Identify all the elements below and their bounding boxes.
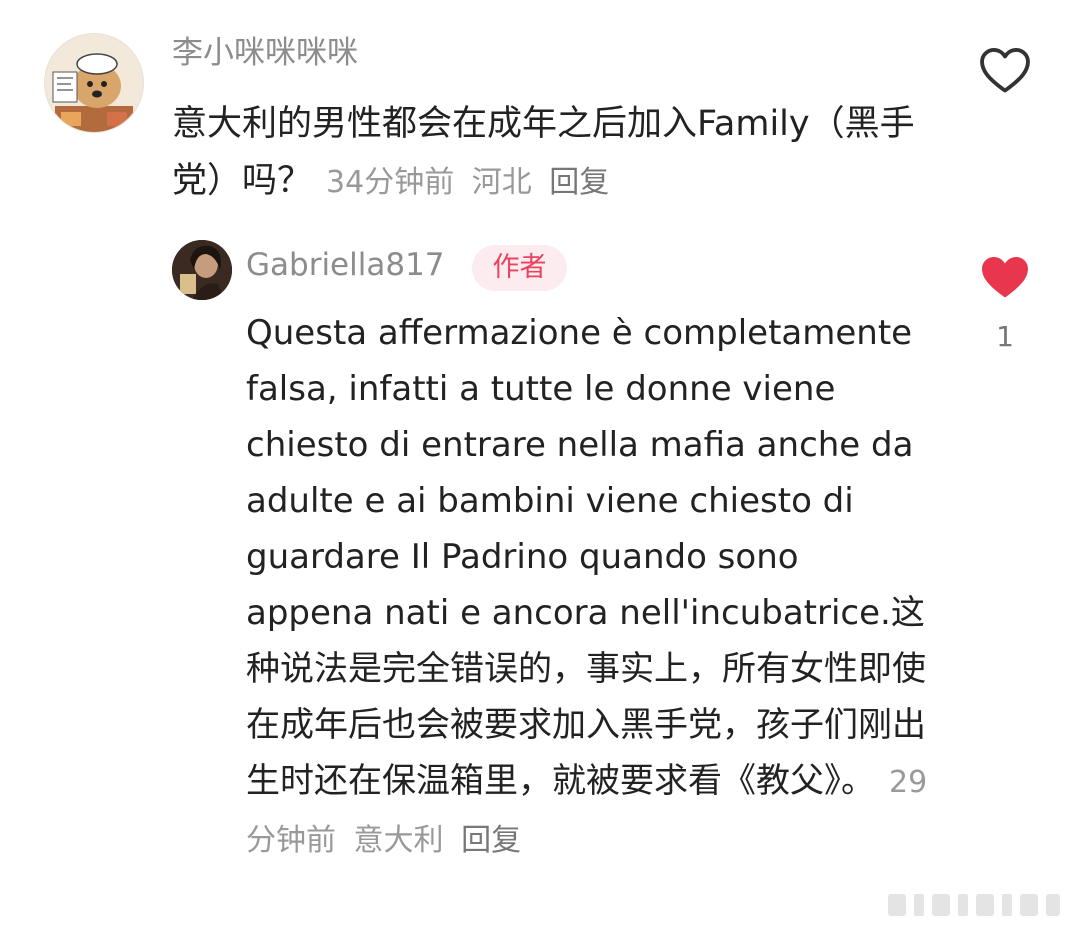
heart-filled-icon	[982, 256, 1028, 298]
author-avatar[interactable]	[172, 240, 232, 300]
watermark-logo-icon	[888, 894, 1060, 916]
author-username[interactable]: Gabriella817	[246, 250, 445, 281]
reply-reply-button[interactable]: 回复	[461, 823, 521, 858]
comment-location: 河北	[471, 165, 532, 200]
comment-like-button[interactable]	[976, 41, 1034, 99]
reply-body: Questa affermazione è completamente fals…	[246, 305, 936, 869]
comment-body: 意大利的男性都会在成年之后加入Family（黑手党）吗？ 34分钟前 河北 回复	[172, 96, 932, 211]
portrait-avatar-icon	[172, 240, 232, 300]
dog-chef-avatar-icon	[45, 34, 143, 132]
watermark	[880, 884, 1070, 924]
commenter-avatar[interactable]	[44, 33, 144, 133]
heart-outline-icon	[980, 48, 1030, 93]
comment-meta: 34分钟前 河北 回复	[326, 165, 609, 200]
commenter-username[interactable]: 李小咪咪咪咪	[172, 38, 358, 69]
reply-like-count: 1	[996, 320, 1014, 353]
reply-location: 意大利	[353, 823, 444, 858]
author-badge: 作者	[472, 245, 567, 291]
reply-like-button[interactable]	[976, 248, 1034, 306]
comment-time: 34分钟前	[326, 165, 455, 200]
comment-reply-button[interactable]: 回复	[549, 165, 609, 200]
reply-text: Questa affermazione è completamente fals…	[246, 313, 926, 801]
